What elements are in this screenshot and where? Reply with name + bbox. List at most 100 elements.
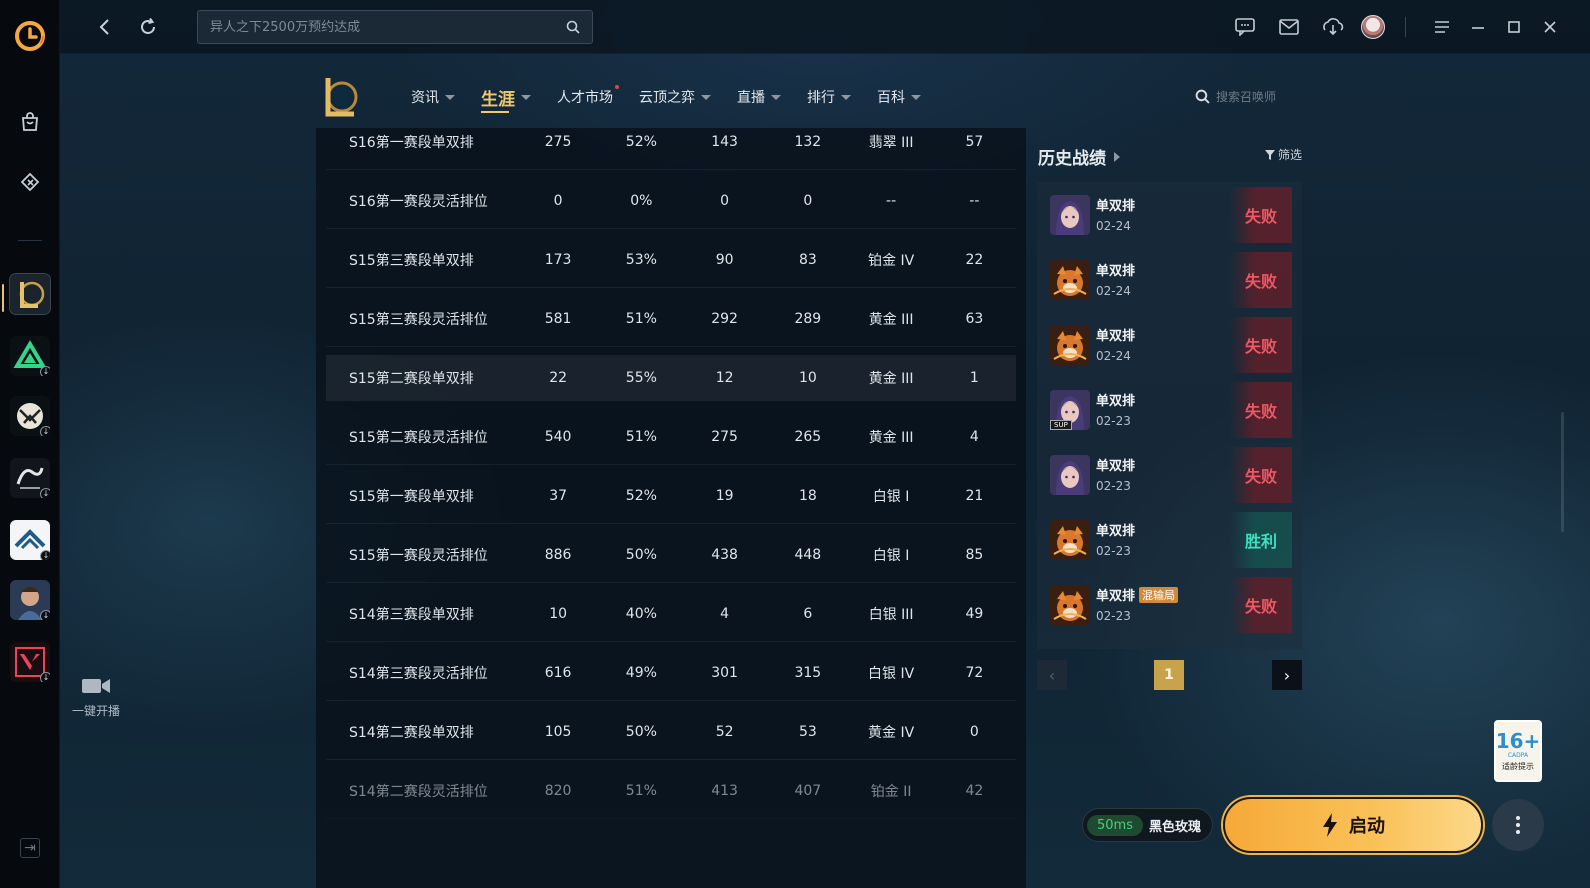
global-search-input[interactable] xyxy=(210,19,558,35)
lol-brand-logo-icon[interactable] xyxy=(320,74,360,118)
nav-item-5[interactable]: 排行 xyxy=(807,84,851,110)
stat-cell: 49% xyxy=(625,664,657,681)
age-rating-badge: 16+ CADPA 适龄提示 xyxy=(1494,720,1542,782)
stat-cell: 265 xyxy=(794,428,822,445)
user-avatar[interactable] xyxy=(1361,15,1385,39)
match-date: 02-24 xyxy=(1096,284,1131,298)
table-row[interactable]: S15第二赛段单双排 22 55% 12 10 黄金 III 1 xyxy=(326,355,1016,401)
mail-icon[interactable] xyxy=(1271,9,1307,45)
season-queue-cell: S15第三赛段灵活排位 xyxy=(349,311,488,328)
pagination: ‹ 1 › xyxy=(1037,660,1302,690)
stat-cell: 白银 I xyxy=(872,547,910,564)
more-options-button[interactable] xyxy=(1492,799,1544,851)
game-frontier[interactable]: ↓ xyxy=(10,520,50,560)
nav-item-4[interactable]: 直播 xyxy=(737,84,781,110)
game-valorant[interactable]: ↓ xyxy=(10,642,50,682)
game-valorant-like[interactable]: ↓ xyxy=(10,336,50,376)
launch-button[interactable]: 启动 xyxy=(1223,797,1483,853)
stat-cell: 407 xyxy=(794,782,822,799)
stat-cell: 85 xyxy=(965,546,984,563)
stat-cell: 275 xyxy=(711,428,738,445)
stat-cell: 黄金 III xyxy=(868,429,914,446)
stat-cell: 4 xyxy=(969,428,979,445)
game-hero[interactable]: ↓ xyxy=(10,580,50,620)
next-page-button[interactable]: › xyxy=(1272,660,1302,690)
back-icon[interactable] xyxy=(92,14,118,40)
season-queue-cell: S16第一赛段灵活排位 xyxy=(349,193,488,210)
wegame-logo-icon[interactable] xyxy=(14,20,46,52)
match-mode-label: 单双排 xyxy=(1096,329,1136,344)
match-item[interactable]: 单双排 02-23 胜利 xyxy=(1041,512,1292,568)
table-row[interactable]: S15第一赛段灵活排位 886 50% 438 448 白银 I 85 xyxy=(326,527,1016,583)
chat-icon[interactable] xyxy=(1227,9,1263,45)
nav-item-3[interactable]: 云顶之弈 xyxy=(639,84,711,110)
one-click-live-button[interactable]: 一键开播 xyxy=(66,676,126,728)
filter-label: 筛选 xyxy=(1277,148,1302,162)
page-scrollbar[interactable] xyxy=(1561,412,1564,532)
nav-item-0[interactable]: 资讯 xyxy=(411,84,455,110)
match-item[interactable]: 单双排 混输局 02-23 失败 xyxy=(1041,577,1292,633)
menu-icon[interactable] xyxy=(1424,9,1460,45)
download-manager-icon[interactable] xyxy=(1315,9,1351,45)
table-row[interactable]: S14第三赛段灵活排位 616 49% 301 315 白银 IV 72 xyxy=(326,645,1016,701)
search-icon[interactable] xyxy=(566,20,580,34)
nav-item-6[interactable]: 百科 xyxy=(877,84,921,110)
table-row[interactable]: S14第三赛段单双排 10 40% 4 6 白银 III 49 xyxy=(326,586,1016,642)
filter-button[interactable]: 筛选 xyxy=(1264,146,1302,163)
season-queue-cell: S14第二赛段灵活排位 xyxy=(349,783,488,800)
table-row[interactable]: S15第三赛段灵活排位 581 51% 292 289 黄金 III 63 xyxy=(326,291,1016,347)
match-mode-label: 单双排 xyxy=(1096,589,1136,604)
match-date: 02-23 xyxy=(1096,609,1131,623)
table-row[interactable]: S15第二赛段灵活排位 540 51% 275 265 黄金 III 4 xyxy=(326,409,1016,465)
refresh-icon[interactable] xyxy=(135,14,161,40)
lol-nav-menu: 资讯 生涯 人才市场 云顶之弈 直播 排行 百科 xyxy=(411,84,947,113)
stat-cell: 53 xyxy=(798,723,817,740)
match-mode: 单双排 xyxy=(1096,325,1135,344)
match-item[interactable]: SUP 单双排 02-23 失败 xyxy=(1041,382,1292,438)
prev-page-button[interactable]: ‹ xyxy=(1037,660,1067,690)
table-row[interactable]: S16第一赛段单双排 275 52% 143 132 翡翠 III 57 xyxy=(326,128,1016,170)
stat-cell: 53% xyxy=(625,251,657,268)
table-row[interactable]: S14第二赛段单双排 105 50% 52 53 黄金 IV 0 xyxy=(326,704,1016,760)
summoner-search-placeholder[interactable]: 搜索召唤师 xyxy=(1216,88,1276,105)
summoner-search[interactable]: 搜索召唤师 xyxy=(1195,88,1276,105)
stat-cell: 0 xyxy=(803,192,813,209)
match-item[interactable]: 单双排 02-24 失败 xyxy=(1041,252,1292,308)
stat-cell: 540 xyxy=(544,428,572,445)
stat-cell: 白银 I xyxy=(872,488,910,505)
stat-cell: 63 xyxy=(965,310,984,327)
season-queue-cell: S15第三赛段单双排 xyxy=(349,252,474,269)
global-search[interactable] xyxy=(197,10,593,44)
current-page[interactable]: 1 xyxy=(1154,660,1184,690)
stat-cell: 820 xyxy=(544,782,572,799)
stat-cell: -- xyxy=(969,192,980,209)
store-bag-icon[interactable] xyxy=(14,106,46,138)
nav-item-2[interactable]: 人才市场 xyxy=(557,84,619,110)
search-icon[interactable] xyxy=(1195,89,1210,104)
game-lol[interactable] xyxy=(10,274,50,314)
match-result: 失败 xyxy=(1230,382,1292,438)
match-item[interactable]: 单双排 02-23 失败 xyxy=(1041,447,1292,503)
maximize-icon[interactable] xyxy=(1496,9,1532,45)
table-row[interactable]: S15第三赛段单双排 173 53% 90 83 铂金 IV 22 xyxy=(326,232,1016,288)
table-row[interactable]: S16第一赛段灵活排位 0 0% 0 0 -- -- xyxy=(326,173,1016,229)
match-item[interactable]: 单双排 02-24 失败 xyxy=(1041,317,1292,373)
nav-item-1[interactable]: 生涯 xyxy=(481,84,531,113)
server-name: 黑色玫瑰 xyxy=(1148,819,1201,835)
gamepad-tag-icon[interactable] xyxy=(14,166,46,198)
minimize-icon[interactable] xyxy=(1460,9,1496,45)
stat-cell: 10 xyxy=(798,370,817,386)
download-badge-icon: ↓ xyxy=(40,672,50,682)
match-history-title[interactable]: 历史战绩 xyxy=(1038,144,1120,169)
season-queue-cell: S16第一赛段单双排 xyxy=(349,134,474,151)
close-icon[interactable] xyxy=(1532,9,1568,45)
launch-label: 启动 xyxy=(1349,816,1385,837)
table-row[interactable]: S15第一赛段单双排 37 52% 19 18 白银 I 21 xyxy=(326,468,1016,524)
table-row[interactable]: S14第二赛段灵活排位 820 51% 413 407 铂金 II 42 xyxy=(326,763,1016,819)
server-selector[interactable]: 50ms 黑色玫瑰 xyxy=(1082,808,1213,842)
collapse-rail-icon[interactable]: ⇥ xyxy=(20,838,40,858)
match-item[interactable]: 单双排 02-24 失败 xyxy=(1041,187,1292,243)
stat-cell: 289 xyxy=(794,310,822,327)
game-wuxia[interactable]: ↓ xyxy=(10,458,50,498)
game-tiger[interactable]: ↓ xyxy=(10,396,50,436)
